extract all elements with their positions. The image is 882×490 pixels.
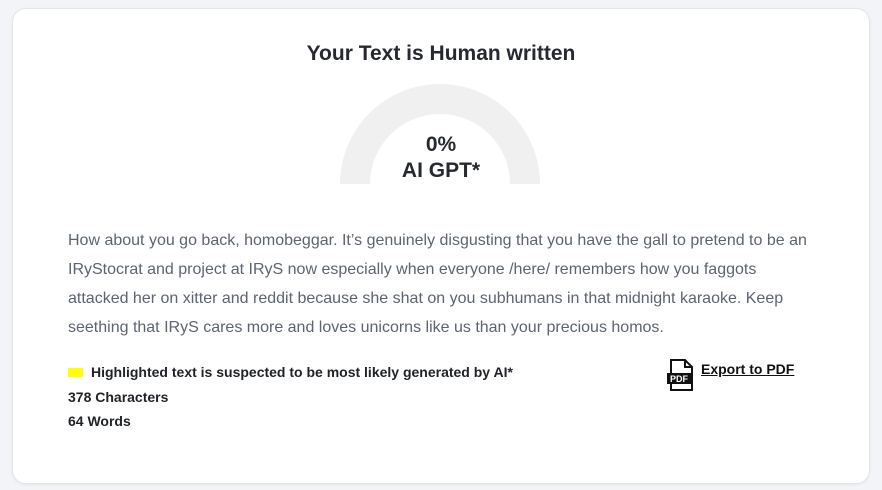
export-pdf-button[interactable]: PDF Export to PDF [667, 359, 794, 391]
gauge-percentage: 0% [425, 133, 457, 156]
pdf-file-icon: PDF [667, 359, 693, 391]
pdf-icon-text: PDF [670, 374, 689, 384]
highlight-legend-text: Highlighted text is suspected to be most… [91, 364, 513, 380]
analyzed-text: How about you go back, homobeggar. It’s … [68, 232, 807, 336]
export-pdf-label[interactable]: Export to PDF [701, 361, 794, 377]
gauge-label: AI GPT* [401, 159, 481, 182]
character-count: 378 Characters [68, 389, 169, 405]
word-count: 64 Words [68, 413, 131, 429]
highlight-swatch [68, 367, 83, 377]
highlight-legend: Highlighted text is suspected to be most… [68, 364, 513, 380]
result-title: Your Text is Human written [306, 42, 576, 65]
result-card: Your Text is Human written 0% AI GPT* Ho… [12, 8, 870, 484]
